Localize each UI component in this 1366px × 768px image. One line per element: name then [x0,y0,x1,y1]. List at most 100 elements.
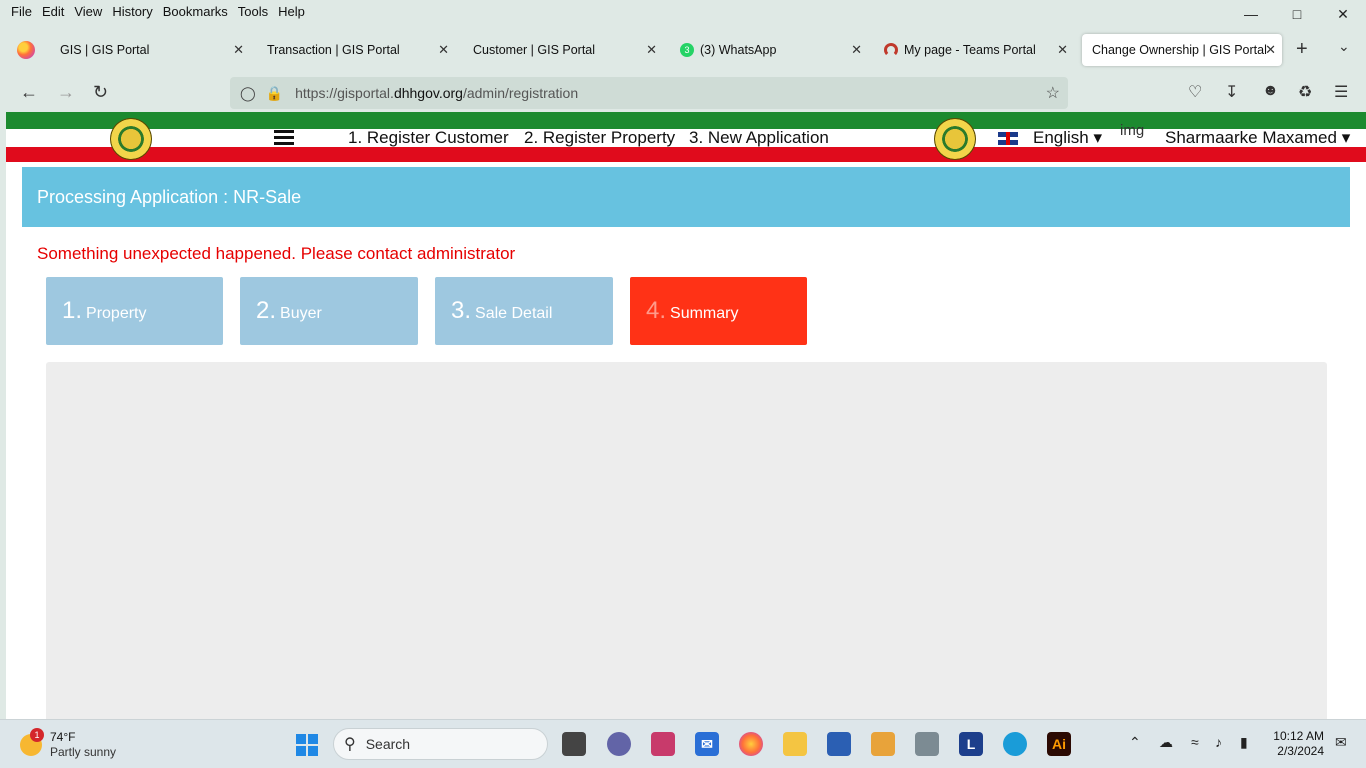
teams-portal-icon [884,43,898,57]
tab-customer[interactable]: Customer | GIS Portal ✕ [463,34,663,66]
temperature: 74°F [50,730,76,744]
error-message: Something unexpected happened. Please co… [37,244,516,263]
new-tab-icon[interactable]: + [1296,38,1308,61]
edge-icon[interactable] [1003,732,1027,756]
illustrator-icon[interactable]: Ai [1047,732,1071,756]
weather-widget[interactable]: 1 74°F Partly sunny [18,728,148,762]
close-tab-icon[interactable]: ✕ [1057,42,1068,58]
taskbar: 1 74°F Partly sunny ⚲ Search ✉ L Ai ⌃ ☁ … [0,719,1366,768]
store-icon[interactable] [827,732,851,756]
tab-bar: GIS | GIS Portal ✕ Transaction | GIS Por… [0,32,1366,68]
window-controls: — □ ✕ [1228,0,1366,28]
step-property[interactable]: 1. Property [46,277,223,345]
tab-change-ownership[interactable]: Change Ownership | GIS Portal ✕ [1082,34,1282,66]
mail-icon[interactable]: ✉ [695,732,719,756]
menu-edit[interactable]: Edit [37,4,69,19]
nav-register-property[interactable]: 2. Register Property [524,128,675,148]
maximize-icon[interactable]: □ [1274,0,1320,28]
address-bar[interactable]: ◯ 🔒 https://gisportal.dhhgov.org/admin/r… [230,77,1068,109]
firefox-taskbar-icon[interactable] [739,732,763,756]
emblem-logo [934,118,976,160]
nav-register-customer[interactable]: 1. Register Customer [348,128,509,148]
calculator-icon[interactable] [915,732,939,756]
search-icon: ⚲ [344,736,356,753]
hamburger-icon[interactable] [274,130,294,148]
task-view-icon[interactable] [562,732,586,756]
weather-condition: Partly sunny [50,745,117,759]
pocket-icon[interactable]: ♡ [1188,82,1202,102]
step-buyer[interactable]: 2. Buyer [240,277,418,345]
file-explorer-icon[interactable] [783,732,807,756]
step-summary[interactable]: 4. Summary [630,277,807,345]
forward-icon[interactable]: → [57,82,75,103]
notification-badge: 1 [30,728,44,742]
menu-tools[interactable]: Tools [233,4,273,19]
reload-icon[interactable]: ↻ [93,82,108,103]
language-dropdown[interactable]: English ▾ [1033,128,1102,148]
tab-teams[interactable]: My page - Teams Portal ✕ [874,34,1074,66]
clock[interactable]: 10:12 AM 2/3/2024 [1262,729,1324,759]
notification-icon[interactable]: ✉ [1335,734,1347,751]
panel-title: Processing Application : NR-Sale [22,167,1350,227]
close-tab-icon[interactable]: ✕ [851,42,862,58]
time: 10:12 AM [1273,729,1324,743]
flag-green-stripe [6,112,1366,129]
windows-start-icon[interactable] [296,734,318,756]
flag-white-stripe [6,129,1366,147]
extensions-icon[interactable]: ♻ [1298,82,1312,102]
tab-label: GIS | GIS Portal [60,43,150,57]
tab-label: Transaction | GIS Portal [267,43,400,57]
whatsapp-icon: 3 [680,43,694,57]
menu-help[interactable]: Help [273,4,310,19]
menu-file[interactable]: File [6,4,37,19]
site-header: 1. Register Customer 2. Register Propert… [6,112,1366,162]
tab-gis[interactable]: GIS | GIS Portal ✕ [50,34,250,66]
l-app-icon[interactable]: L [959,732,983,756]
close-tab-icon[interactable]: ✕ [233,42,244,58]
snipping-tool-icon[interactable] [651,732,675,756]
minimize-icon[interactable]: — [1228,0,1274,28]
taskbar-search[interactable]: ⚲ Search [333,728,548,760]
tab-label: Customer | GIS Portal [473,43,596,57]
back-icon[interactable]: ← [20,82,38,103]
account-icon[interactable]: ☻ [1262,82,1279,100]
close-tab-icon[interactable]: ✕ [438,42,449,58]
app-icon[interactable] [871,732,895,756]
chat-icon[interactable] [607,732,631,756]
menu-view[interactable]: View [69,4,107,19]
url-text: https://gisportal.dhhgov.org/admin/regis… [295,85,579,101]
user-dropdown[interactable]: Sharmaarke Maxamed ▾ [1165,128,1350,148]
firefox-icon[interactable] [17,41,35,59]
close-window-icon[interactable]: ✕ [1320,0,1366,28]
menu-bookmarks[interactable]: Bookmarks [158,4,233,19]
uk-flag-icon [998,132,1018,145]
nav-new-application[interactable]: 3. New Application [689,128,829,148]
tab-whatsapp[interactable]: 3 (3) WhatsApp ✕ [670,34,868,66]
chevron-down-icon[interactable]: ⌄ [1338,38,1350,55]
lock-icon[interactable]: 🔒 [266,85,283,102]
close-tab-icon[interactable]: ✕ [646,42,657,58]
close-tab-icon[interactable]: ✕ [1265,42,1276,58]
flag-red-stripe [6,147,1366,162]
menu-bar: File Edit View History Bookmarks Tools H… [0,0,1366,22]
navigation-bar: ← → ↻ ◯ 🔒 https://gisportal.dhhgov.org/a… [0,74,1366,112]
emblem-logo[interactable] [110,118,152,160]
bookmark-star-icon[interactable]: ☆ [1046,83,1060,103]
search-placeholder: Search [365,736,411,752]
summary-content-area [46,362,1327,719]
tab-transaction[interactable]: Transaction | GIS Portal ✕ [257,34,455,66]
broken-image: img [1120,122,1145,139]
battery-icon[interactable]: ▮ [1240,734,1248,751]
wifi-icon[interactable]: ≈ [1191,734,1199,750]
download-icon[interactable]: ↧ [1225,82,1238,102]
date: 2/3/2024 [1277,744,1324,758]
tab-label: My page - Teams Portal [904,43,1036,57]
onedrive-icon[interactable]: ☁ [1159,734,1173,751]
volume-icon[interactable]: ♪ [1215,734,1222,750]
chevron-up-icon[interactable]: ⌃ [1129,734,1141,751]
step-sale-detail[interactable]: 3. Sale Detail [435,277,613,345]
menu-history[interactable]: History [107,4,157,19]
tab-label: (3) WhatsApp [700,43,777,57]
shield-icon[interactable]: ◯ [240,85,256,102]
hamburger-menu-icon[interactable]: ☰ [1334,82,1348,102]
